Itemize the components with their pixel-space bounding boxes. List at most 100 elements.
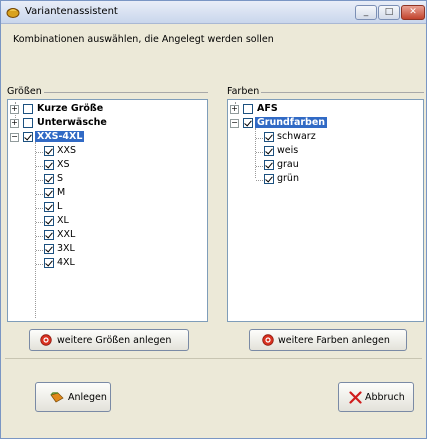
tree-node-kurze-groesse[interactable]: + Kurze Größe <box>10 103 200 117</box>
colors-tree[interactable]: + AFS − Grundfarben schwarz weis grau grün <box>227 99 424 322</box>
tree-child-node[interactable]: 3XL <box>44 243 194 257</box>
expand-icon[interactable]: + <box>10 119 19 128</box>
close-icon: ✕ <box>409 7 417 17</box>
add-sizes-button[interactable]: weitere Größen anlegen <box>29 329 189 351</box>
sizes-tree[interactable]: + Kurze Größe + Unterwäsche − XXS-4XL XX… <box>7 99 208 322</box>
tree-node-unterwaesche[interactable]: + Unterwäsche <box>10 117 200 131</box>
node-label: XS <box>57 159 70 170</box>
checkbox[interactable] <box>264 146 274 156</box>
tree-child-node[interactable]: XL <box>44 215 194 229</box>
tree-line <box>36 194 43 195</box>
node-label: AFS <box>257 103 278 114</box>
node-label: Kurze Größe <box>37 103 104 114</box>
checkbox[interactable] <box>44 216 54 226</box>
checkbox[interactable] <box>23 132 33 142</box>
checkbox[interactable] <box>44 188 54 198</box>
title-bar[interactable]: Variantenassistent _ □ ✕ <box>1 1 426 24</box>
tree-child-node[interactable]: M <box>44 187 194 201</box>
node-label: grau <box>277 159 299 170</box>
checkbox[interactable] <box>44 230 54 240</box>
cancel-button[interactable]: Abbruch <box>338 382 414 412</box>
instruction-text: Kombinationen auswählen, die Angelegt we… <box>13 34 274 45</box>
tree-line <box>36 152 43 153</box>
checkbox[interactable] <box>243 104 253 114</box>
tree-line <box>256 152 263 153</box>
checkbox[interactable] <box>44 202 54 212</box>
add-colors-button[interactable]: weitere Farben anlegen <box>249 329 407 351</box>
colors-group-label: Farben <box>227 86 262 97</box>
tree-child-node[interactable]: weis <box>264 145 414 159</box>
add-icon <box>262 334 274 346</box>
colors-group: Farben + AFS − Grundfarben schwarz weis gr… <box>227 86 424 351</box>
node-label: L <box>57 201 63 212</box>
maximize-button[interactable]: □ <box>378 5 400 20</box>
checkbox[interactable] <box>44 174 54 184</box>
node-label: schwarz <box>277 131 316 142</box>
tree-node-xxs-4xl[interactable]: − XXS-4XL <box>10 131 200 145</box>
expand-icon[interactable]: + <box>230 105 239 114</box>
tree-node-afs[interactable]: + AFS <box>230 103 420 117</box>
tree-child-node[interactable]: S <box>44 173 194 187</box>
node-label: 3XL <box>57 243 75 254</box>
add-colors-label: weitere Farben anlegen <box>278 335 390 346</box>
close-button[interactable]: ✕ <box>401 5 425 20</box>
create-label: Anlegen <box>68 392 107 403</box>
separator <box>5 358 422 359</box>
create-icon <box>50 392 64 403</box>
node-label: Grundfarben <box>255 117 328 128</box>
node-label: XXS-4XL <box>35 131 85 142</box>
tree-line <box>35 142 36 318</box>
expand-icon[interactable]: + <box>10 105 19 114</box>
node-label: grün <box>277 173 299 184</box>
node-label: XXL <box>57 229 76 240</box>
node-label: XXS <box>57 145 77 156</box>
checkbox[interactable] <box>44 244 54 254</box>
add-sizes-label: weitere Größen anlegen <box>57 335 172 346</box>
checkbox[interactable] <box>264 160 274 170</box>
node-label: S <box>57 173 64 184</box>
node-label: XL <box>57 215 69 226</box>
app-icon <box>6 8 20 18</box>
checkbox[interactable] <box>44 258 54 268</box>
tree-node-grundfarben[interactable]: − Grundfarben <box>230 117 420 131</box>
add-icon <box>40 334 52 346</box>
tree-line <box>36 250 43 251</box>
checkbox[interactable] <box>243 118 253 128</box>
tree-child-node[interactable]: XXS <box>44 145 194 159</box>
collapse-icon[interactable]: − <box>230 119 239 128</box>
tree-line <box>36 180 43 181</box>
tree-child-node[interactable]: XXL <box>44 229 194 243</box>
tree-child-node[interactable]: schwarz <box>264 131 414 145</box>
checkbox[interactable] <box>44 160 54 170</box>
tree-line <box>36 166 43 167</box>
tree-line <box>36 264 43 265</box>
tree-line <box>256 166 263 167</box>
checkbox[interactable] <box>23 104 33 114</box>
tree-child-node[interactable]: grau <box>264 159 414 173</box>
sizes-group-label: Größen <box>7 86 44 97</box>
tree-child-node[interactable]: L <box>44 201 194 215</box>
tree-line <box>256 180 263 181</box>
tree-child-node[interactable]: grün <box>264 173 414 187</box>
tree-line <box>255 128 256 178</box>
maximize-icon: □ <box>384 7 394 17</box>
cancel-label: Abbruch <box>365 392 405 403</box>
checkbox[interactable] <box>264 174 274 184</box>
create-button[interactable]: Anlegen <box>35 382 111 412</box>
checkbox[interactable] <box>264 132 274 142</box>
node-label: Unterwäsche <box>37 117 107 128</box>
checkbox[interactable] <box>44 146 54 156</box>
tree-child-node[interactable]: 4XL <box>44 257 194 271</box>
node-label: 4XL <box>57 257 75 268</box>
tree-child-node[interactable]: XS <box>44 159 194 173</box>
minimize-button[interactable]: _ <box>355 5 377 20</box>
cancel-icon <box>349 391 362 404</box>
dialog-client: Kombinationen auswählen, die Angelegt we… <box>5 24 424 434</box>
tree-line <box>36 236 43 237</box>
node-label: M <box>57 187 66 198</box>
collapse-icon[interactable]: − <box>10 133 19 142</box>
checkbox[interactable] <box>23 118 33 128</box>
tree-line <box>256 138 263 139</box>
dialog-window: Variantenassistent _ □ ✕ Kombinationen a… <box>0 0 427 439</box>
sizes-group: Größen + Kurze Größe + Unterwäsche − XXS… <box>7 86 208 351</box>
